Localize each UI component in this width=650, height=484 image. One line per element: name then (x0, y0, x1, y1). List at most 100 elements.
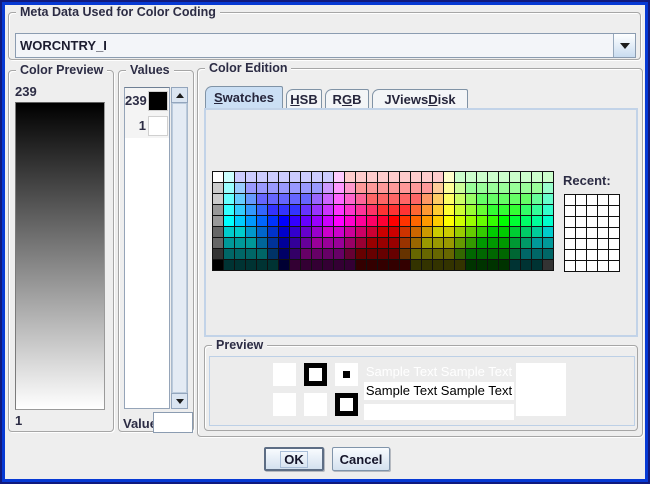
palette-swatch[interactable] (268, 194, 278, 204)
palette-swatch[interactable] (345, 249, 355, 259)
palette-swatch[interactable] (279, 227, 289, 237)
palette-swatch[interactable] (224, 205, 234, 215)
palette-swatch[interactable] (345, 216, 355, 226)
palette-swatch[interactable] (257, 227, 267, 237)
palette-swatch[interactable] (510, 172, 520, 182)
palette-swatch[interactable] (323, 183, 333, 193)
palette-swatch[interactable] (224, 249, 234, 259)
palette-swatch[interactable] (345, 183, 355, 193)
palette-swatch[interactable] (268, 260, 278, 270)
palette-swatch[interactable] (246, 216, 256, 226)
palette-swatch[interactable] (422, 227, 432, 237)
palette-swatch[interactable] (367, 172, 377, 182)
recent-swatch[interactable] (576, 250, 586, 260)
palette-swatch[interactable] (356, 172, 366, 182)
palette-swatch[interactable] (466, 183, 476, 193)
tab-rgb[interactable]: RGB (325, 89, 369, 108)
palette-swatch[interactable] (290, 172, 300, 182)
values-scrollbar[interactable] (171, 87, 188, 409)
palette-swatch[interactable] (488, 194, 498, 204)
palette-swatch[interactable] (367, 227, 377, 237)
palette-swatch[interactable] (334, 172, 344, 182)
palette-swatch[interactable] (532, 238, 542, 248)
tab-jviews-disk[interactable]: JViews Disk (372, 89, 468, 108)
palette-swatch[interactable] (455, 172, 465, 182)
palette-swatch[interactable] (279, 216, 289, 226)
palette-swatch[interactable] (235, 249, 245, 259)
palette-swatch[interactable] (224, 260, 234, 270)
palette-swatch[interactable] (488, 238, 498, 248)
palette-swatch[interactable] (235, 238, 245, 248)
palette-swatch[interactable] (334, 183, 344, 193)
palette-swatch[interactable] (257, 183, 267, 193)
palette-swatch[interactable] (345, 227, 355, 237)
palette-swatch[interactable] (257, 260, 267, 270)
recent-swatch[interactable] (587, 217, 597, 227)
palette-swatch[interactable] (268, 216, 278, 226)
palette-swatch[interactable] (323, 205, 333, 215)
palette-swatch[interactable] (510, 249, 520, 259)
palette-swatch[interactable] (268, 249, 278, 259)
palette-swatch[interactable] (213, 238, 223, 248)
tab-hsb[interactable]: HSB (286, 89, 322, 108)
palette-swatch[interactable] (499, 238, 509, 248)
recent-swatch[interactable] (587, 195, 597, 205)
palette-swatch[interactable] (433, 194, 443, 204)
palette-swatch[interactable] (312, 238, 322, 248)
palette-swatch[interactable] (334, 238, 344, 248)
palette-swatch[interactable] (521, 249, 531, 259)
palette-swatch[interactable] (389, 205, 399, 215)
palette-swatch[interactable] (213, 216, 223, 226)
palette-swatch[interactable] (378, 216, 388, 226)
palette-swatch[interactable] (444, 227, 454, 237)
palette-swatch[interactable] (444, 205, 454, 215)
tab-swatches[interactable]: Swatches (205, 86, 283, 108)
palette-swatch[interactable] (543, 260, 553, 270)
recent-swatch[interactable] (598, 250, 608, 260)
palette-swatch[interactable] (301, 238, 311, 248)
palette-swatch[interactable] (356, 194, 366, 204)
list-item[interactable]: 239 (125, 88, 169, 113)
palette-swatch[interactable] (224, 216, 234, 226)
palette-swatch[interactable] (213, 227, 223, 237)
palette-swatch[interactable] (477, 172, 487, 182)
palette-swatch[interactable] (367, 216, 377, 226)
recent-swatch[interactable] (576, 239, 586, 249)
palette-swatch[interactable] (444, 216, 454, 226)
palette-swatch[interactable] (455, 205, 465, 215)
palette-swatch[interactable] (389, 216, 399, 226)
palette-swatch[interactable] (356, 260, 366, 270)
palette-swatch[interactable] (334, 205, 344, 215)
palette-swatch[interactable] (466, 227, 476, 237)
palette-swatch[interactable] (378, 260, 388, 270)
palette-swatch[interactable] (235, 260, 245, 270)
palette-swatch[interactable] (268, 227, 278, 237)
recent-swatch[interactable] (565, 261, 575, 271)
palette-swatch[interactable] (213, 249, 223, 259)
palette-swatch[interactable] (301, 260, 311, 270)
palette-swatch[interactable] (543, 183, 553, 193)
palette-swatch[interactable] (444, 194, 454, 204)
palette-swatch[interactable] (532, 205, 542, 215)
palette-swatch[interactable] (312, 216, 322, 226)
value-input[interactable] (153, 412, 193, 433)
palette-swatch[interactable] (246, 260, 256, 270)
palette-swatch[interactable] (521, 183, 531, 193)
recent-swatch[interactable] (587, 239, 597, 249)
palette-swatch[interactable] (532, 260, 542, 270)
palette-swatch[interactable] (389, 227, 399, 237)
palette-swatch[interactable] (455, 194, 465, 204)
palette-swatch[interactable] (499, 172, 509, 182)
palette-swatch[interactable] (444, 183, 454, 193)
palette-swatch[interactable] (499, 205, 509, 215)
palette-swatch[interactable] (257, 249, 267, 259)
recent-swatch[interactable] (565, 239, 575, 249)
palette-swatch[interactable] (367, 249, 377, 259)
palette-swatch[interactable] (532, 227, 542, 237)
palette-swatch[interactable] (279, 249, 289, 259)
palette-swatch[interactable] (301, 172, 311, 182)
palette-swatch[interactable] (246, 249, 256, 259)
scrollbar-thumb[interactable] (172, 103, 187, 393)
palette-swatch[interactable] (543, 205, 553, 215)
palette-swatch[interactable] (323, 172, 333, 182)
